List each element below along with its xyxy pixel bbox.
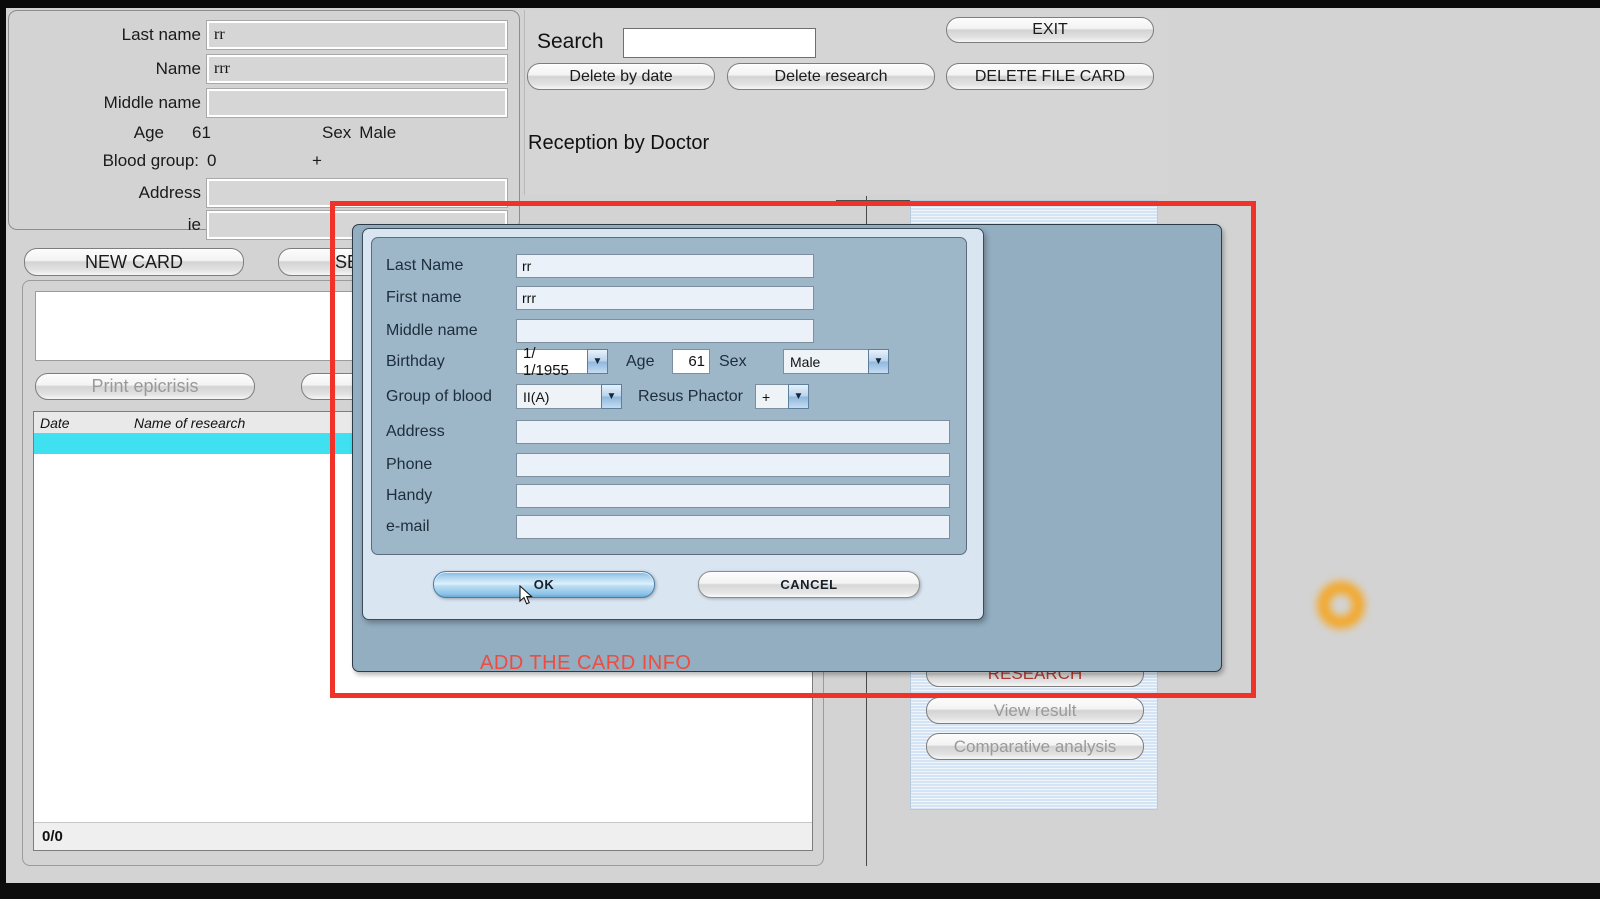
screen-left-border [0, 0, 6, 899]
dlg-last-name-label: Last Name [386, 257, 464, 274]
exit-button[interactable]: EXIT [946, 17, 1154, 43]
dlg-sex-label: Sex [719, 352, 747, 370]
reception-by-doctor-label: Reception by Doctor [528, 132, 710, 154]
last-name-input[interactable]: rr [206, 20, 508, 50]
dlg-resus-value[interactable]: + [754, 384, 788, 409]
delete-by-date-button[interactable]: Delete by date [527, 63, 715, 90]
dlg-first-name-input[interactable]: rrr [516, 286, 814, 310]
blood-group-label: Blood group: [102, 151, 199, 170]
dlg-email-input[interactable] [516, 515, 950, 539]
print-epicrisis-button[interactable]: Print epicrisis [35, 373, 255, 400]
middle-name-label: Middle name [103, 93, 201, 112]
chevron-down-icon[interactable]: ▼ [787, 384, 809, 409]
dlg-handy-input[interactable] [516, 484, 950, 508]
delete-research-button[interactable]: Delete research [727, 63, 935, 90]
delete-file-card-button[interactable]: DELETE FILE CARD [946, 63, 1154, 90]
comparative-analysis-button[interactable]: Comparative analysis [926, 733, 1144, 760]
dlg-phone-input[interactable] [516, 453, 950, 477]
grid-column-date: Date [40, 414, 70, 431]
chevron-down-icon[interactable]: ▼ [601, 384, 622, 409]
chevron-down-icon[interactable]: ▼ [868, 349, 889, 374]
dlg-birthday-label: Birthday [386, 352, 445, 370]
search-label: Search [537, 30, 604, 53]
dlg-address-label: Address [386, 423, 445, 440]
dlg-age-input[interactable]: 61 [672, 349, 710, 374]
first-name-label: Name [155, 59, 201, 78]
dlg-blood-group-label: Group of blood [386, 387, 492, 405]
ie-label: ie [187, 215, 201, 234]
dlg-blood-group-value[interactable]: II(A) [516, 384, 601, 409]
screen-bottom-border [0, 883, 1600, 899]
sex-label: Sex [322, 123, 352, 142]
dlg-last-name-input[interactable]: rr [516, 254, 814, 278]
age-label: Age [133, 123, 164, 142]
search-input[interactable] [623, 28, 816, 58]
dlg-first-name-label: First name [386, 289, 462, 306]
dlg-middle-name-input[interactable] [516, 319, 814, 343]
dlg-resus-select[interactable]: + ▼ [754, 384, 809, 409]
dlg-birthday-picker[interactable]: 1/ 1/1955 ▼ [516, 345, 608, 379]
dlg-phone-label: Phone [386, 456, 433, 473]
dlg-middle-name-label: Middle name [386, 322, 478, 339]
dialog-cancel-button[interactable]: CANCEL [698, 571, 920, 598]
mouse-cursor-icon [519, 584, 535, 607]
screen-top-border [0, 0, 1600, 8]
patient-info-groupbox: Last name rr Name rrr Middle name Age 61… [8, 10, 520, 240]
sex-value: Male [359, 123, 397, 142]
dlg-birthday-value[interactable]: 1/ 1/1955 [516, 345, 587, 379]
click-marker-icon [1317, 581, 1365, 629]
grid-status-counter: 0/0 [34, 822, 812, 850]
new-card-button[interactable]: NEW CARD [24, 248, 244, 276]
view-result-button[interactable]: View result [926, 697, 1144, 724]
dlg-resus-label: Resus Phactor [638, 387, 743, 405]
blood-group-value: 0 [207, 151, 217, 170]
dlg-address-input[interactable] [516, 420, 950, 444]
middle-name-input[interactable] [206, 88, 508, 118]
resus-value: + [312, 151, 322, 170]
annotation-caption: ADD THE CARD INFO [480, 652, 692, 674]
last-name-label: Last name [121, 25, 201, 44]
add-card-form-groupbox: Last Name rr First name rrr Middle name … [371, 237, 967, 555]
dialog-ok-button[interactable]: OK [433, 571, 655, 598]
dlg-sex-select[interactable]: Male ▼ [783, 349, 889, 374]
screen: Last name rr Name rrr Middle name Age 61… [0, 0, 1600, 899]
dlg-email-label: e-mail [386, 518, 430, 535]
add-card-dialog: Last Name rr First name rrr Middle name … [362, 228, 984, 620]
dlg-blood-group-select[interactable]: II(A) ▼ [516, 384, 622, 409]
age-value: 61 [192, 123, 211, 142]
chevron-down-icon[interactable]: ▼ [587, 349, 608, 374]
address-label: Address [138, 183, 201, 202]
dlg-sex-value[interactable]: Male [783, 349, 868, 374]
address-input[interactable] [206, 178, 508, 208]
first-name-input[interactable]: rrr [206, 54, 508, 84]
dlg-age-label: Age [626, 352, 655, 370]
dlg-handy-label: Handy [386, 487, 433, 504]
